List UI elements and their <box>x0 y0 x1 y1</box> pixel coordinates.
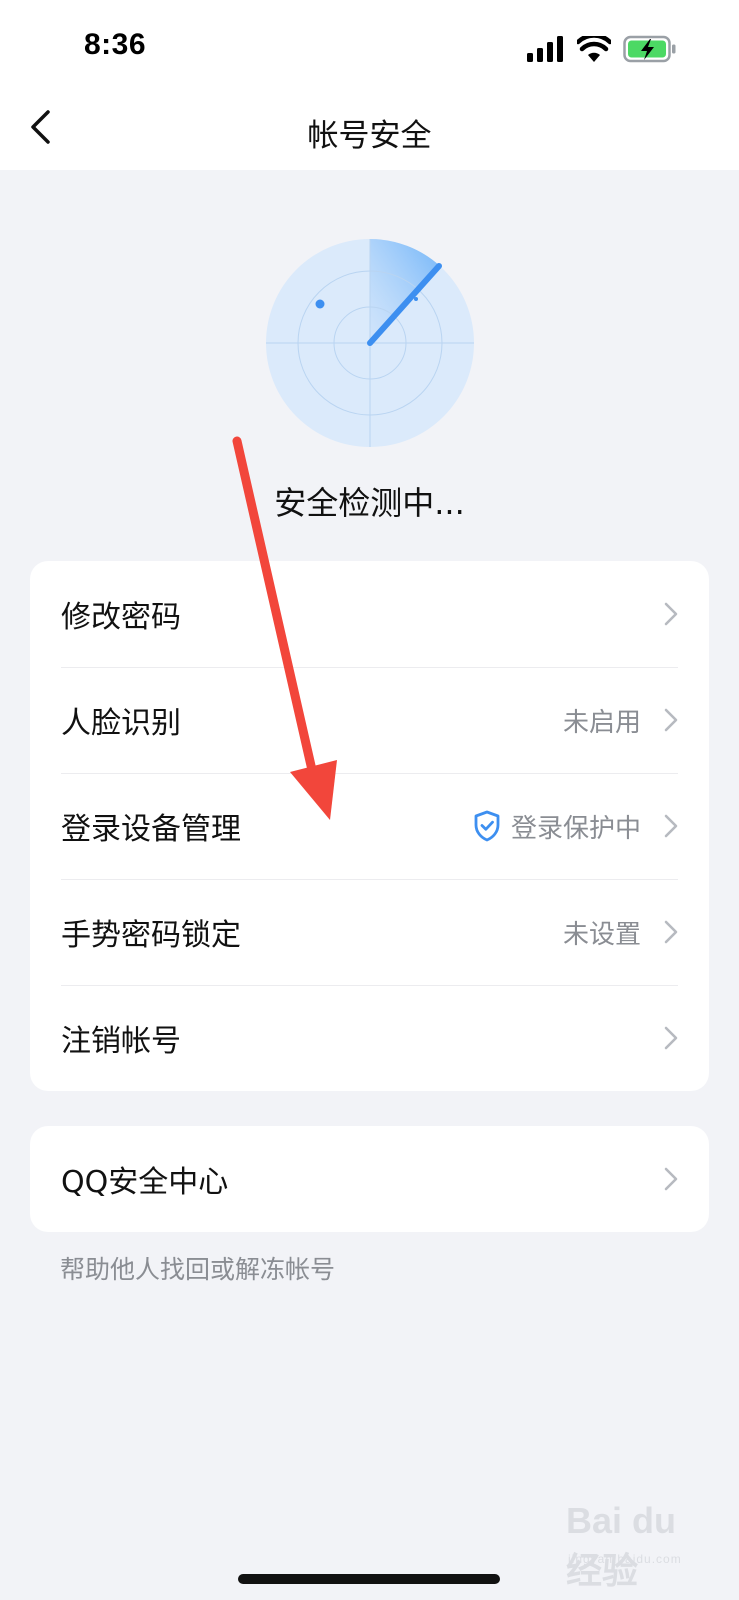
deactivate-account-row[interactable]: 注销帐号 <box>30 985 709 1091</box>
status-icons <box>527 32 677 66</box>
chevron-right-icon <box>664 814 678 838</box>
chevron-right-icon <box>664 708 678 732</box>
shield-check-icon <box>474 810 500 842</box>
wifi-icon <box>577 36 611 62</box>
navigation-bar: 帐号安全 <box>0 90 739 170</box>
qq-security-center-row[interactable]: QQ安全中心 <box>30 1126 709 1232</box>
cellular-signal-icon <box>527 36 563 62</box>
chevron-right-icon <box>664 1026 678 1050</box>
change-password-row[interactable]: 修改密码 <box>30 561 709 667</box>
watermark-url-text: jingyan.baidu.com <box>568 1552 682 1566</box>
face-recognition-label: 人脸识别 <box>61 706 181 741</box>
login-device-management-label: 登录设备管理 <box>61 812 241 847</box>
qq-security-center-card: QQ安全中心 <box>30 1126 709 1232</box>
status-bar: 8:36 <box>0 0 739 90</box>
face-recognition-row[interactable]: 人脸识别 未启用 <box>30 667 709 773</box>
gesture-lock-status: 未设置 <box>562 919 641 950</box>
baidu-jingyan-watermark: Bai du 经验 jingyan.baidu.com <box>566 1500 716 1591</box>
change-password-label: 修改密码 <box>61 600 181 635</box>
login-protection-status: 登录保护中 <box>510 813 641 844</box>
home-indicator <box>238 1574 500 1584</box>
chevron-right-icon <box>664 1167 678 1191</box>
login-device-management-row[interactable]: 登录设备管理 登录保护中 <box>30 773 709 879</box>
qq-security-center-description: 帮助他人找回或解冻帐号 <box>60 1255 336 1284</box>
chevron-right-icon <box>664 602 678 626</box>
watermark-logo-text: Bai du 经验 <box>566 1500 677 1591</box>
scan-status-text: 安全检测中... <box>274 484 465 522</box>
radar-scan-icon <box>266 239 474 447</box>
deactivate-account-label: 注销帐号 <box>61 1024 181 1059</box>
gesture-lock-row[interactable]: 手势密码锁定 未设置 <box>30 879 709 985</box>
gesture-lock-label: 手势密码锁定 <box>61 918 241 953</box>
face-recognition-status: 未启用 <box>562 707 641 738</box>
status-time: 8:36 <box>84 28 147 61</box>
page-title: 帐号安全 <box>307 118 432 154</box>
chevron-right-icon <box>664 920 678 944</box>
security-settings-card: 修改密码 人脸识别 未启用 登录设备管理 登录保护中 手势密码锁定 未设置 注销… <box>30 561 709 1091</box>
qq-security-center-label: QQ安全中心 <box>61 1165 229 1200</box>
battery-charging-icon <box>623 35 676 63</box>
